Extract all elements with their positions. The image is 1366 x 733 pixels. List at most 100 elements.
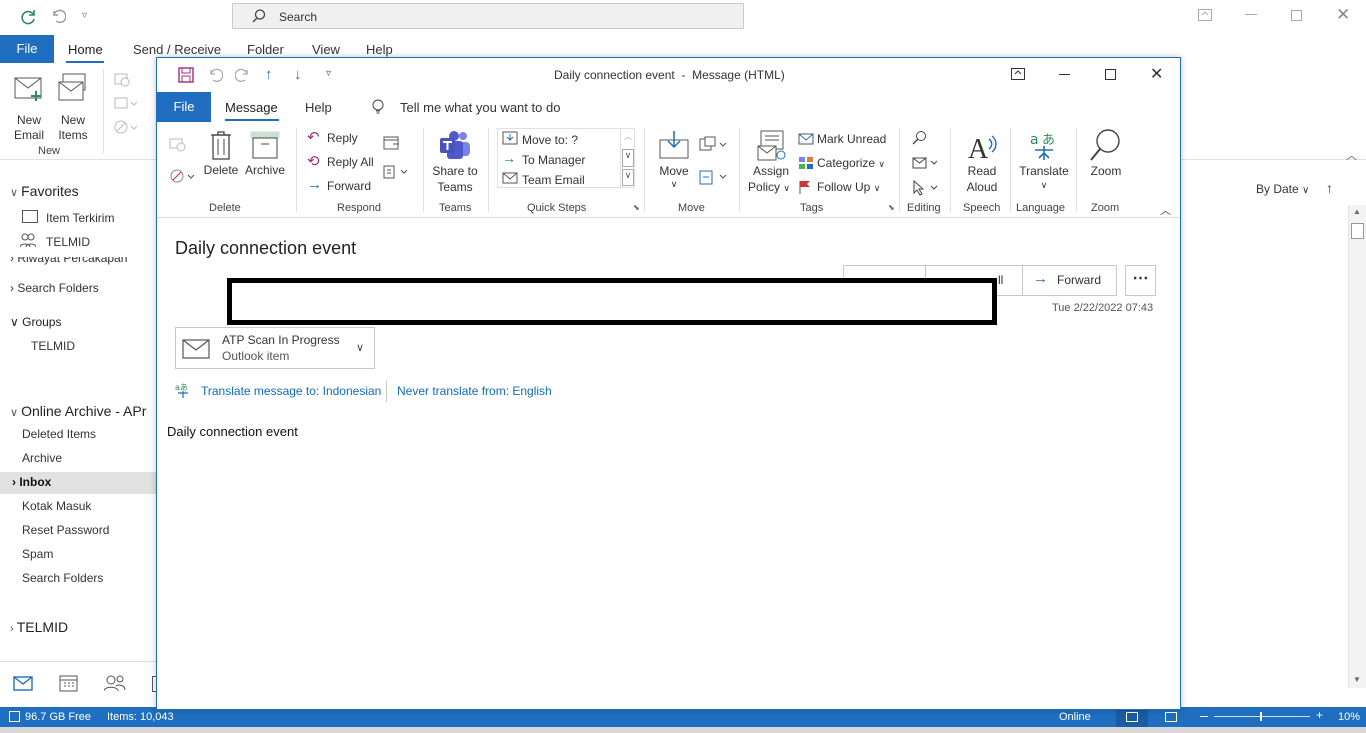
zoom-slider-thumb[interactable] bbox=[1260, 712, 1262, 721]
share-to-teams-button[interactable]: Share to Teams bbox=[429, 128, 481, 198]
tell-me-search[interactable]: Tell me what you want to do bbox=[400, 100, 560, 115]
close-icon[interactable]: ✕ bbox=[1336, 5, 1350, 25]
collapse-ribbon-icon[interactable]: ︿ bbox=[1160, 202, 1171, 218]
scroll-thumb[interactable] bbox=[1351, 223, 1364, 239]
ribbon-display-icon[interactable] bbox=[1198, 9, 1212, 21]
save-icon[interactable] bbox=[178, 67, 194, 83]
scroll-up-icon[interactable]: ▲ bbox=[1353, 207, 1361, 216]
folder-reset-password[interactable]: Reset Password bbox=[22, 523, 109, 537]
redo-icon[interactable] bbox=[235, 67, 251, 83]
quick-steps-scroll[interactable]: ︿ ∨ ∨ bbox=[620, 129, 635, 187]
folder-riwayat-partial[interactable]: › Riwayat Percakapan bbox=[10, 257, 127, 265]
customize-toolbar-icon[interactable]: ▿ bbox=[326, 68, 331, 79]
attachment-dropdown-icon[interactable]: ∨ bbox=[356, 341, 364, 354]
forward-button[interactable]: → Forward bbox=[307, 176, 377, 198]
select-icon[interactable] bbox=[912, 180, 940, 196]
group-telmid[interactable]: TELMID bbox=[31, 339, 75, 353]
tab-send-receive[interactable]: Send / Receive bbox=[133, 42, 221, 57]
read-aloud-button[interactable]: A Read Aloud bbox=[957, 128, 1007, 198]
translate-button[interactable]: aあ Translate ∨ bbox=[1015, 128, 1073, 198]
previous-item-icon[interactable]: ↑ bbox=[265, 66, 273, 83]
scrollbar[interactable]: ▲ ▼ bbox=[1348, 205, 1366, 688]
junk-icon[interactable] bbox=[169, 166, 197, 184]
more-actions-button[interactable]: ⋯ bbox=[1125, 265, 1156, 296]
undo-icon[interactable] bbox=[50, 8, 66, 24]
zoom-level[interactable]: 10% bbox=[1338, 711, 1360, 723]
new-items-button[interactable]: New Items bbox=[52, 71, 94, 143]
message-tab-file[interactable]: File bbox=[157, 92, 211, 122]
junk-icon[interactable] bbox=[114, 119, 138, 135]
mail-icon[interactable] bbox=[13, 676, 33, 691]
quick-steps-launcher-icon[interactable]: ⬊ bbox=[633, 203, 640, 212]
folder-telmid-favorite[interactable]: TELMID bbox=[46, 235, 90, 249]
ignore-icon[interactable] bbox=[169, 138, 187, 152]
next-item-icon[interactable]: ↓ bbox=[294, 66, 302, 83]
quick-access-dropdown-icon[interactable]: ▿ bbox=[82, 10, 87, 21]
follow-up-button[interactable]: Follow Up ∨ bbox=[798, 178, 894, 198]
sort-direction-icon[interactable]: ↑ bbox=[1326, 180, 1333, 196]
meeting-reply-icon[interactable] bbox=[383, 134, 401, 150]
assign-policy-button[interactable]: Assign Policy ∨ bbox=[747, 128, 795, 198]
folder-search-folders[interactable]: Search Folders bbox=[22, 571, 103, 585]
folder-deleted-items[interactable]: Deleted Items bbox=[22, 427, 96, 441]
minimize-icon[interactable] bbox=[1245, 14, 1257, 15]
zoom-button[interactable]: Zoom bbox=[1083, 128, 1129, 190]
translate-message-link[interactable]: Translate message to: Indonesian bbox=[201, 384, 381, 398]
zoom-slider[interactable] bbox=[1214, 716, 1310, 717]
sort-by-date[interactable]: By Date ∨ bbox=[1256, 182, 1309, 196]
tab-view[interactable]: View bbox=[312, 42, 340, 57]
groups-header[interactable]: ∨ Groups bbox=[10, 315, 61, 329]
more-respond-icon[interactable] bbox=[383, 164, 411, 180]
rules-icon[interactable] bbox=[699, 136, 729, 152]
ignore-icon[interactable] bbox=[114, 73, 130, 87]
related-icon[interactable] bbox=[912, 156, 940, 170]
folder-inbox-row[interactable]: › Inbox bbox=[0, 472, 157, 494]
zoom-out-icon[interactable] bbox=[1200, 716, 1208, 717]
reading-view-icon[interactable] bbox=[1165, 712, 1177, 722]
undo-icon[interactable] bbox=[207, 67, 223, 83]
folder-item-terkirim[interactable]: Item Terkirim bbox=[46, 211, 114, 225]
tab-file[interactable]: File bbox=[0, 35, 54, 63]
message-tab-message[interactable]: Message bbox=[225, 100, 278, 115]
delete-button[interactable]: Delete bbox=[202, 128, 240, 188]
qs-scroll-down-icon[interactable]: ∨ bbox=[622, 149, 634, 167]
telmid-header[interactable]: › TELMID bbox=[10, 619, 68, 635]
folder-search-folders-fav[interactable]: › Search Folders bbox=[10, 281, 99, 295]
archive-button[interactable]: Archive bbox=[243, 128, 287, 188]
message-tab-help[interactable]: Help bbox=[305, 100, 332, 115]
onenote-icon[interactable] bbox=[699, 168, 729, 186]
quick-step-move-to[interactable]: Move to: ? bbox=[500, 130, 618, 149]
never-translate-link[interactable]: Never translate from: English bbox=[397, 384, 552, 398]
archive-header[interactable]: ∨ Online Archive - APr bbox=[10, 403, 146, 419]
qs-scroll-up-icon[interactable]: ︿ bbox=[624, 131, 632, 142]
favorites-header[interactable]: ∨ Favorites bbox=[10, 183, 79, 199]
zoom-in-icon[interactable]: + bbox=[1316, 708, 1323, 722]
ribbon-display-options-icon[interactable] bbox=[1011, 68, 1025, 80]
calendar-icon[interactable] bbox=[59, 674, 78, 692]
find-icon[interactable] bbox=[912, 130, 928, 146]
reply-all-button[interactable]: ⟲ Reply All bbox=[307, 153, 381, 174]
mark-unread-button[interactable]: Mark Unread bbox=[798, 130, 894, 150]
scroll-down-icon[interactable]: ▼ bbox=[1353, 675, 1361, 684]
new-email-button[interactable]: New Email bbox=[8, 71, 50, 143]
folder-spam[interactable]: Spam bbox=[22, 547, 53, 561]
tab-home[interactable]: Home bbox=[68, 42, 103, 57]
quick-step-team-email[interactable]: Team Email bbox=[500, 170, 618, 189]
message-minimize-icon[interactable] bbox=[1059, 74, 1070, 75]
tab-folder[interactable]: Folder bbox=[247, 42, 284, 57]
cleanup-icon[interactable] bbox=[114, 97, 138, 111]
restore-icon[interactable] bbox=[1291, 10, 1302, 21]
folder-kotak-masuk[interactable]: Kotak Masuk bbox=[22, 499, 91, 513]
qs-expand-icon[interactable]: ∨ bbox=[622, 169, 634, 186]
sync-icon[interactable] bbox=[19, 8, 37, 26]
message-close-icon[interactable]: ✕ bbox=[1150, 64, 1163, 84]
quick-step-to-manager[interactable]: → To Manager bbox=[500, 150, 618, 169]
reply-button[interactable]: ↶ Reply bbox=[307, 129, 371, 150]
tags-launcher-icon[interactable]: ⬊ bbox=[888, 203, 895, 212]
attachment-item[interactable]: ATP Scan In Progress Outlook item ∨ bbox=[175, 327, 375, 369]
move-button[interactable]: Move ∨ bbox=[653, 128, 695, 194]
folder-archive[interactable]: Archive bbox=[22, 451, 62, 465]
forward-button-header[interactable]: → Forward bbox=[1022, 266, 1117, 295]
tab-help[interactable]: Help bbox=[366, 42, 393, 57]
categorize-button[interactable]: Categorize ∨ bbox=[798, 154, 894, 174]
